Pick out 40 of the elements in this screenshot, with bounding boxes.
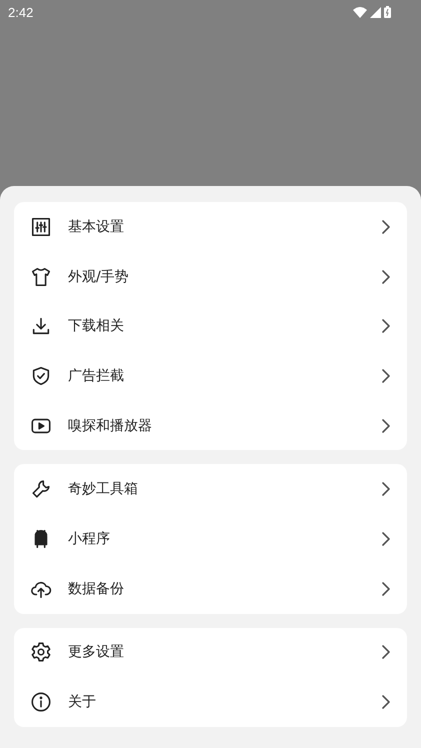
menu-item[interactable]: 小程序 — [14, 514, 407, 564]
menu-label: 数据备份 — [68, 580, 125, 598]
wifi-icon — [353, 6, 367, 18]
chevron-icon — [382, 582, 390, 596]
menu-label: 奇妙工具箱 — [68, 480, 139, 498]
menu-item[interactable]: 基本设置 — [14, 202, 407, 252]
menu-item[interactable]: 更多设置 — [14, 628, 407, 678]
shirt-icon — [30, 266, 52, 288]
status-time: 2:42 — [8, 4, 34, 20]
menu-label: 小程序 — [68, 530, 111, 548]
chevron-icon — [382, 645, 390, 660]
wrench-icon — [30, 478, 52, 500]
chevron-icon — [382, 270, 390, 284]
menu-label: 关于 — [68, 693, 97, 712]
menu-label: 更多设置 — [68, 643, 125, 662]
menu-item[interactable]: 下载相关 — [14, 301, 407, 352]
info-icon — [30, 691, 52, 714]
settings-icon — [30, 641, 52, 664]
chevron-icon — [382, 368, 390, 383]
chevron-icon — [382, 220, 390, 234]
menu-label: 嗅探和播放器 — [68, 416, 153, 435]
menu-label: 基本设置 — [68, 218, 125, 236]
menu-item[interactable]: 数据备份 — [14, 564, 407, 614]
shield-check-icon — [30, 364, 52, 387]
menu-label: 广告拦截 — [68, 366, 125, 385]
menu-item[interactable]: 嗅探和播放器 — [14, 400, 407, 450]
chevron-icon — [382, 319, 390, 334]
menu-item[interactable]: 奇妙工具箱 — [14, 464, 407, 514]
menu-label: 外观/手势 — [68, 268, 130, 286]
chevron-icon — [382, 418, 390, 433]
menu-item[interactable]: 关于 — [14, 677, 407, 727]
chevron-icon — [382, 532, 390, 546]
chevron-icon — [382, 695, 390, 710]
menu-item[interactable]: 外观/手势 — [14, 252, 407, 302]
signal-icon — [370, 6, 381, 18]
chevron-icon — [382, 482, 390, 496]
sliders-icon — [30, 216, 52, 238]
menu-label: 下载相关 — [68, 317, 125, 336]
battery-icon — [384, 6, 391, 18]
menu-item[interactable]: 广告拦截 — [14, 351, 407, 401]
